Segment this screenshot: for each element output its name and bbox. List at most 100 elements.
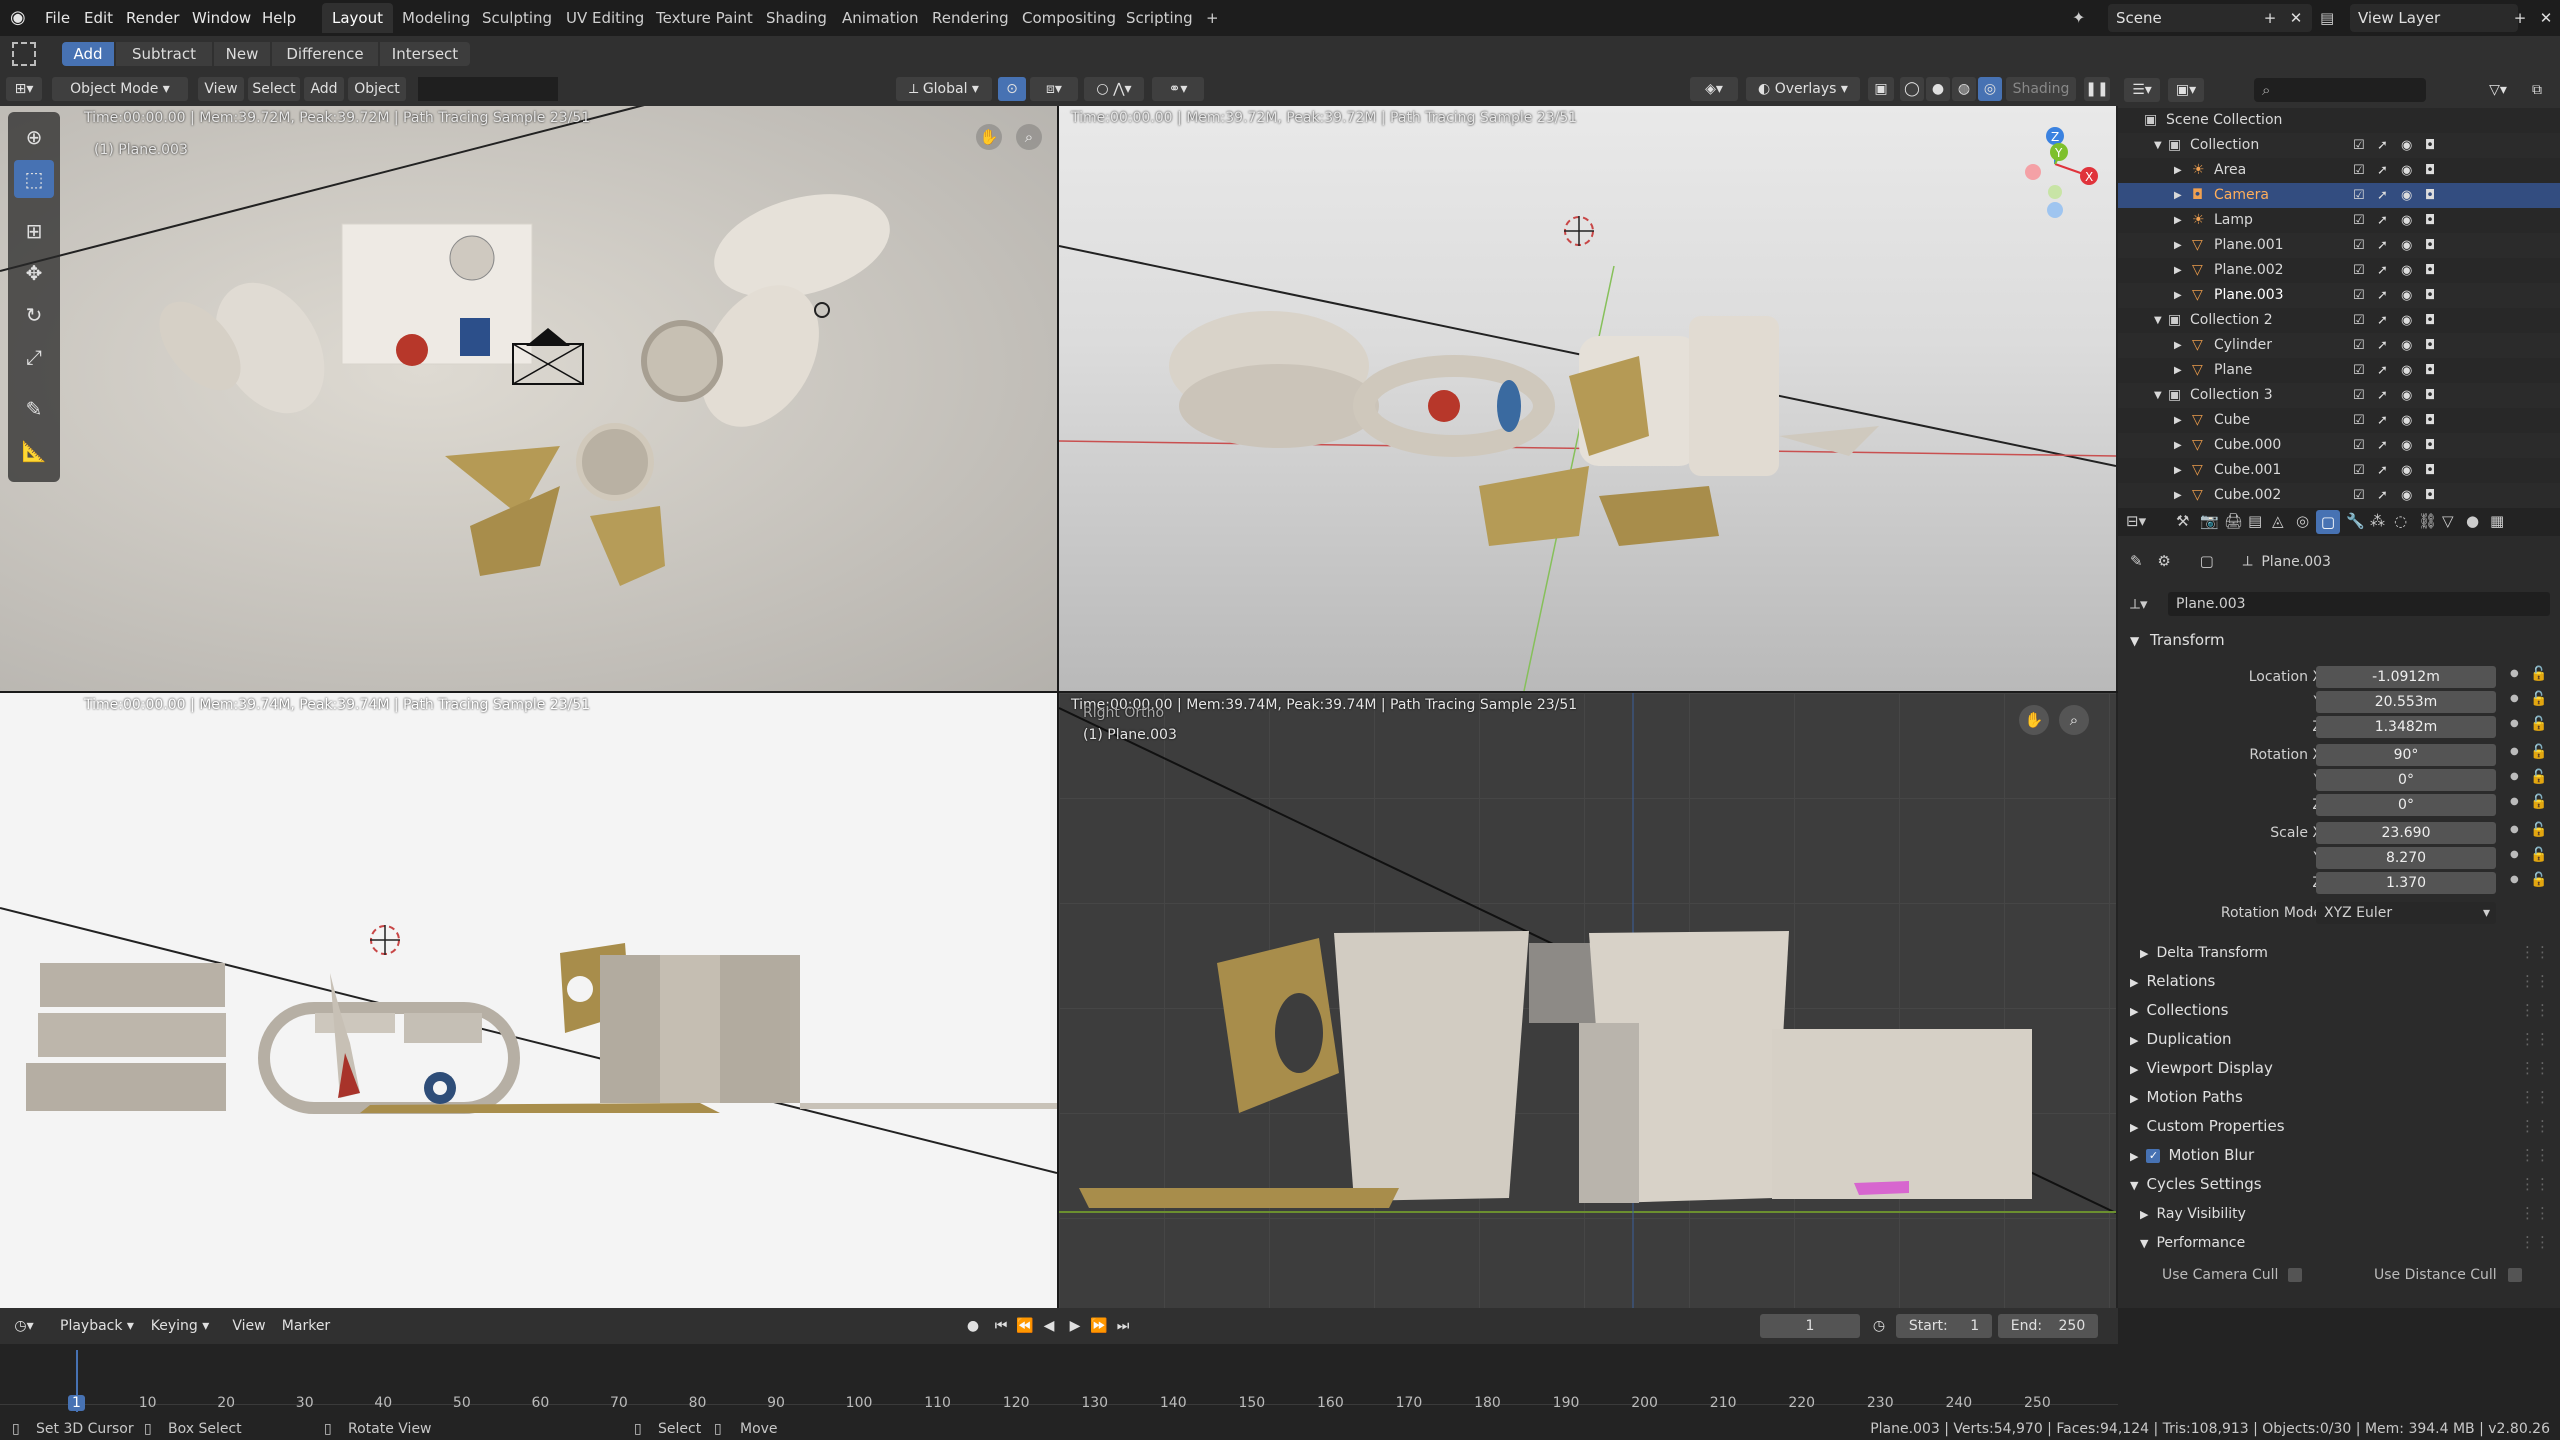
scale-tool-icon[interactable]: ⤢ [14,338,54,376]
menu-render[interactable]: Render [126,0,179,36]
exclude-checkbox-icon[interactable]: ☑ [2353,458,2365,483]
mode-difference-button[interactable]: Difference [272,42,378,66]
tab-rendering[interactable]: Rendering [922,3,1019,33]
view-layer-selector[interactable]: View Layer [2350,4,2518,32]
render-visibility-icon[interactable]: ◘ [2425,258,2435,283]
outliner-search-input[interactable]: ⌕ [2254,78,2426,102]
rotation-y-field[interactable]: 0° [2316,769,2496,791]
drag-handle-icon[interactable]: ⋮⋮ [2520,1025,2550,1053]
expand-icon[interactable]: ▶ [2174,408,2182,433]
use-distance-cull-checkbox[interactable] [2508,1268,2522,1282]
end-frame-field[interactable]: End: 250 [1998,1314,2098,1338]
panel-relations[interactable]: ▶ Relations ⋮⋮ [2118,967,2560,995]
rotation-x-field[interactable]: 90° [2316,744,2496,766]
lock-icon[interactable]: 🔓 [2530,794,2547,810]
render-visibility-icon[interactable]: ◘ [2425,383,2435,408]
physics-tab-icon[interactable]: ◌ [2394,512,2407,530]
drag-handle-icon[interactable]: ⋮⋮ [2520,1083,2550,1111]
panel-duplication[interactable]: ▶ Duplication ⋮⋮ [2118,1025,2560,1053]
jump-start-icon[interactable]: ⏮ [990,1314,1012,1338]
exclude-checkbox-icon[interactable]: ☑ [2353,333,2365,358]
hide-viewport-icon[interactable]: ◉ [2401,233,2412,258]
selectable-icon[interactable]: ➚ [2377,208,2388,233]
new-scene-icon[interactable]: + [2258,4,2282,32]
render-visibility-icon[interactable]: ◘ [2425,133,2435,158]
texture-tab-icon[interactable]: ▦ [2490,512,2504,530]
exclude-checkbox-icon[interactable]: ☑ [2353,408,2365,433]
object-mode-dropdown[interactable]: Object Mode ▾ [52,77,188,101]
scale-y-field[interactable]: 8.270 [2316,847,2496,869]
add-workspace-button[interactable]: + [1196,3,1229,33]
lock-icon[interactable]: 🔓 [2530,666,2547,682]
keyframe-dot-icon[interactable]: ● [2510,796,2519,807]
expand-icon[interactable]: ▶ [2174,333,2182,358]
drag-handle-icon[interactable]: ⋮⋮ [2520,938,2550,966]
expand-icon[interactable]: ▼ [2154,133,2162,158]
keyframe-dot-icon[interactable]: ● [2510,874,2519,885]
object-tab-icon[interactable]: ▢ [2316,510,2340,534]
object-name-field[interactable]: Plane.003 [2168,592,2550,616]
exclude-checkbox-icon[interactable]: ☑ [2353,183,2365,208]
display-mode-icon[interactable]: ▣▾ [2168,78,2204,102]
constraints-tab-icon[interactable]: ⛓ [2418,512,2437,530]
outliner-row[interactable]: ▶ ▽ Cylinder ☑ ➚ ◉ ◘ [2118,333,2560,358]
viewport-top-left[interactable]: Time:00:00.00 | Mem:39.72M, Peak:39.72M … [0,106,1057,691]
shading-dropdown[interactable]: Shading [2006,77,2076,101]
exclude-checkbox-icon[interactable]: ☑ [2353,233,2365,258]
box-select-icon[interactable] [12,42,36,66]
jump-end-icon[interactable]: ⏭ [1112,1314,1134,1338]
zoom-icon[interactable]: ⌕ [2059,705,2089,735]
next-keyframe-icon[interactable]: ⏩ [1088,1314,1110,1338]
scene-icon[interactable]: ✦ [2072,6,2102,30]
tab-compositing[interactable]: Compositing [1012,3,1126,33]
drag-handle-icon[interactable]: ⋮⋮ [2520,967,2550,995]
keyframe-dot-icon[interactable]: ● [2510,668,2519,679]
new-view-layer-icon[interactable]: + [2508,4,2532,32]
hide-viewport-icon[interactable]: ◉ [2401,408,2412,433]
pan-hand-icon[interactable]: ✋ [976,124,1002,150]
add-menu[interactable]: Add [304,77,344,101]
material-shading-icon[interactable]: ◍ [1952,77,1976,101]
expand-icon[interactable]: ▶ [2174,208,2182,233]
expand-icon[interactable]: ▼ [2154,383,2162,408]
menu-window[interactable]: Window [192,0,251,36]
lock-icon[interactable]: 🔓 [2530,691,2547,707]
location-z-field[interactable]: 1.3482m [2316,716,2496,738]
link-icon[interactable]: ⚭▾ [1152,77,1204,101]
outliner-row[interactable]: ▼ ▣ Collection 3 ☑ ➚ ◉ ◘ [2118,383,2560,408]
overlays-dropdown[interactable]: ◐ Overlays ▾ [1746,77,1860,101]
render-visibility-icon[interactable]: ◘ [2425,308,2435,333]
panel-custom-properties[interactable]: ▶ Custom Properties ⋮⋮ [2118,1112,2560,1140]
wireframe-shading-icon[interactable]: ◯ [1900,77,1924,101]
render-visibility-icon[interactable]: ◘ [2425,158,2435,183]
tab-animation[interactable]: Animation [832,3,928,33]
filter-icon[interactable]: ▽▾ [2478,78,2518,102]
outliner-row[interactable]: ▶ ▽ Plane ☑ ➚ ◉ ◘ [2118,358,2560,383]
render-visibility-icon[interactable]: ◘ [2425,358,2435,383]
selectable-icon[interactable]: ➚ [2377,308,2388,333]
particles-tab-icon[interactable]: ⁂ [2370,512,2385,530]
expand-icon[interactable]: ▶ [2174,258,2182,283]
render-visibility-icon[interactable]: ◘ [2425,458,2435,483]
transform-panel-header[interactable]: ▼ Transform [2118,626,2560,654]
exclude-checkbox-icon[interactable]: ☑ [2353,433,2365,458]
tab-modeling[interactable]: Modeling [392,3,480,33]
preview-range-icon[interactable]: ◷ [1868,1314,1890,1338]
render-visibility-icon[interactable]: ◘ [2425,233,2435,258]
render-visibility-icon[interactable]: ◘ [2425,408,2435,433]
outliner-row[interactable]: ▶ ▽ Plane.001 ☑ ➚ ◉ ◘ [2118,233,2560,258]
render-tab-icon[interactable]: 📷 [2200,512,2219,530]
exclude-checkbox-icon[interactable]: ☑ [2353,283,2365,308]
exclude-checkbox-icon[interactable]: ☑ [2353,133,2365,158]
selectable-icon[interactable]: ➚ [2377,183,2388,208]
hide-viewport-icon[interactable]: ◉ [2401,333,2412,358]
panel-viewport-display[interactable]: ▶ Viewport Display ⋮⋮ [2118,1054,2560,1082]
exclude-checkbox-icon[interactable]: ☑ [2353,308,2365,333]
menu-help[interactable]: Help [262,0,296,36]
pause-render-icon[interactable]: ❚❚ [2084,77,2110,101]
viewport-divider-vertical[interactable] [1057,106,1059,1308]
outliner-row[interactable]: ▶ ◘ Camera ☑ ➚ ◉ ◘ [2118,183,2560,208]
scale-x-field[interactable]: 23.690 [2316,822,2496,844]
tab-layout[interactable]: Layout [322,3,393,33]
keyframe-dot-icon[interactable]: ● [2510,771,2519,782]
